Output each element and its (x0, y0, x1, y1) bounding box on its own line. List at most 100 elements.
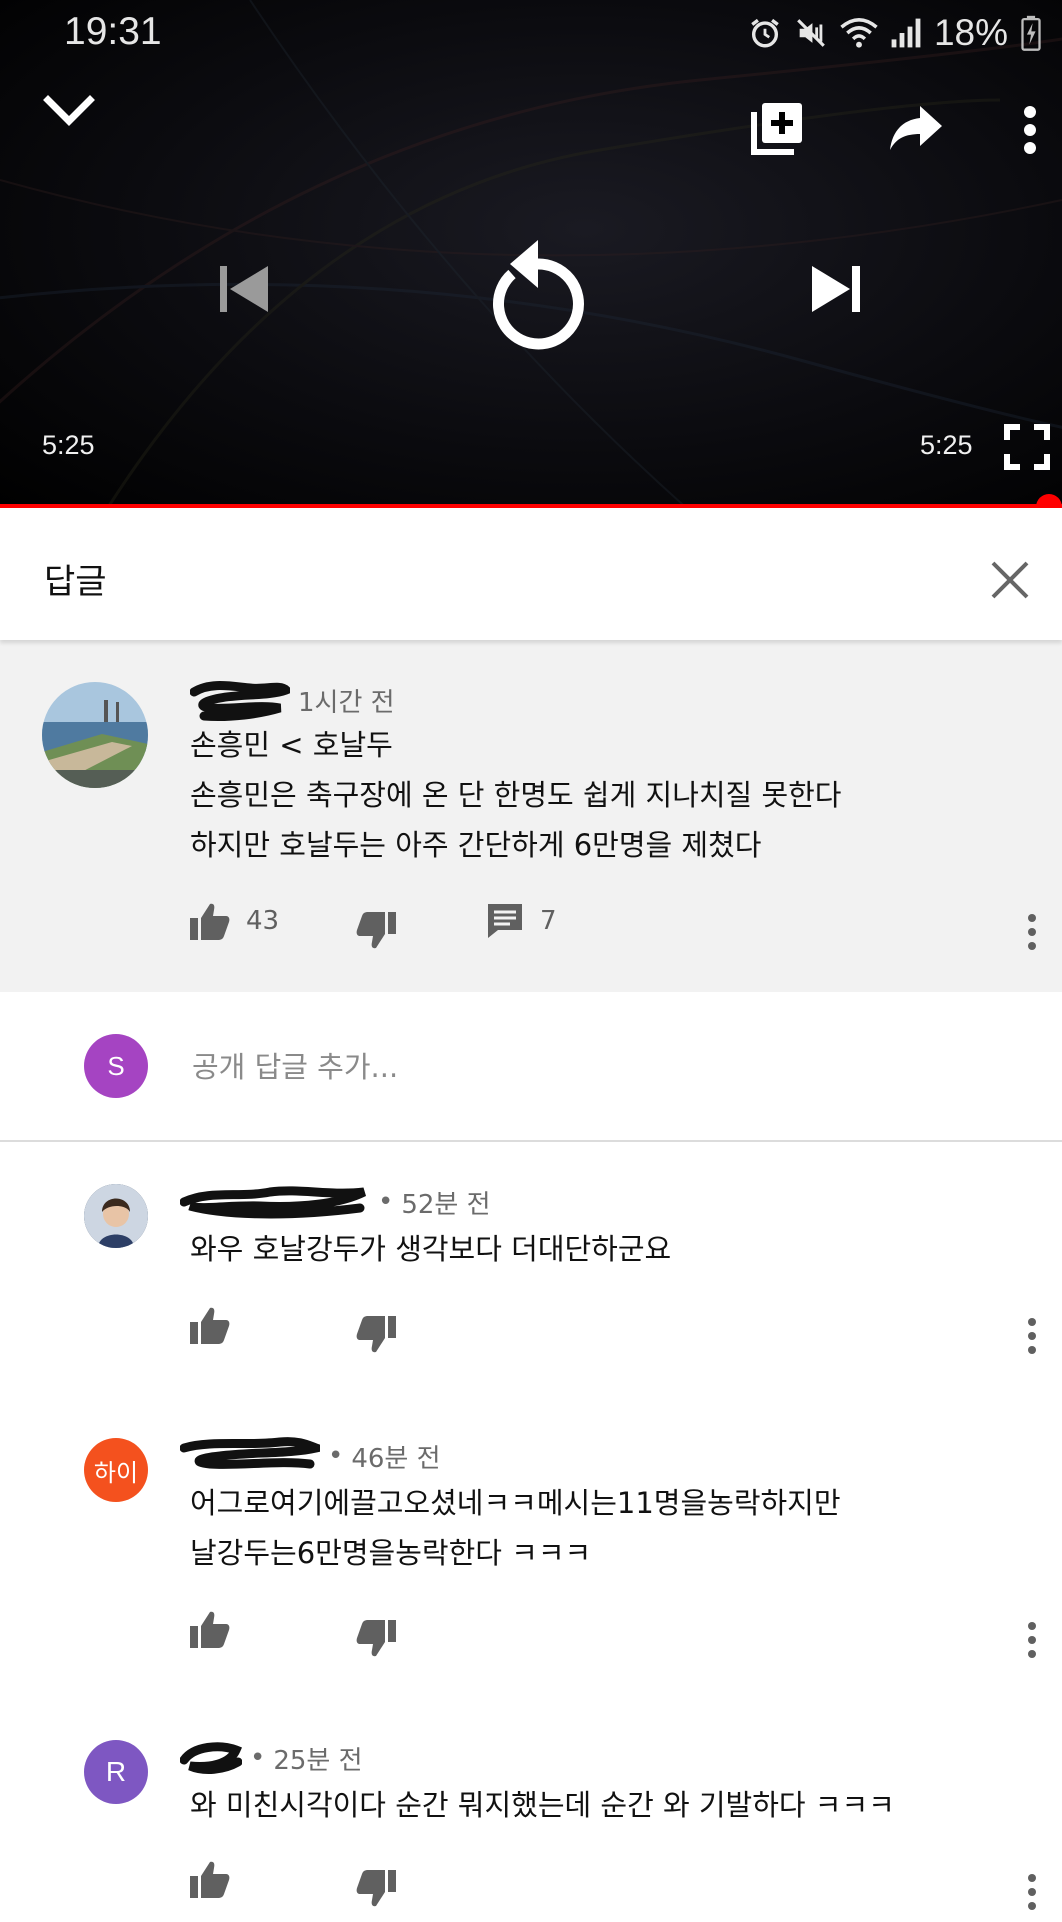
comment-text-line: 와 미친시각이다 순간 뭐지했는데 순간 와 기발하다 ㅋㅋㅋ (190, 1788, 895, 1822)
thumb-up-icon (190, 1307, 230, 1344)
battery-charging-icon (1021, 15, 1041, 51)
mute-vibrate-icon (797, 19, 825, 47)
comment-text-line: 하지만 호날두는 아주 간단하게 6만명을 제쳤다 (190, 828, 762, 862)
current-time: 5:25 (42, 430, 95, 460)
share-arrow-icon (890, 106, 942, 150)
thumb-down-icon (356, 912, 396, 949)
share-button[interactable] (888, 104, 948, 154)
thumb-up-icon (190, 1611, 230, 1648)
comment-more-button[interactable] (1012, 1306, 1052, 1366)
next-button[interactable] (806, 258, 868, 320)
redacted-username (190, 681, 290, 721)
battery-percent: 18% (933, 12, 1008, 53)
more-vert-icon (1024, 106, 1036, 154)
like-button[interactable] (190, 1306, 230, 1344)
like-button[interactable] (190, 1860, 230, 1898)
more-vert-icon (1028, 1622, 1036, 1658)
alarm-icon (751, 18, 779, 48)
comment-meta: • 25분 전 (180, 1736, 363, 1780)
current-user-avatar[interactable]: S (84, 1034, 148, 1098)
parent-comment: 1시간 전 손흥민 < 호날두 손흥민은 축구장에 온 단 한명도 쉽게 지나치… (0, 640, 1062, 992)
avatar[interactable]: R (84, 1740, 148, 1804)
status-icons: 18% (748, 12, 1042, 54)
comment-meta: • 52분 전 (180, 1180, 491, 1224)
replies-title: 답글 (44, 562, 107, 602)
replies-header: 답글 (0, 510, 1062, 640)
reply-count-button[interactable]: 7 (486, 902, 557, 940)
comment-icon (488, 904, 522, 938)
close-icon (991, 561, 1029, 599)
thumb-up-icon (190, 903, 230, 940)
avatar-letter: S (107, 1050, 125, 1081)
fullscreen-button[interactable] (1004, 424, 1050, 470)
add-reply-input[interactable] (190, 1042, 970, 1092)
reply-item: 하이 • 46분 전 어그로여기에끌고오셨네ㅋㅋ메시는11명을농락하지만 날강두… (0, 1396, 1062, 1686)
comment-timestamp: 52분 전 (401, 1189, 491, 1220)
reply-item: R • 25분 전 와 미친시각이다 순간 뭐지했는데 순간 와 기발하다 ㅋㅋ… (0, 1698, 1062, 1919)
comment-text-line: 와우 호날강두가 생각보다 더대단하군요 (190, 1232, 672, 1266)
playlist-add-icon (751, 103, 802, 155)
comment-text-line: 손흥민 < 호날두 (190, 728, 393, 762)
signal-icon (891, 18, 921, 48)
reply-item: • 52분 전 와우 호날강두가 생각보다 더대단하군요 (0, 1142, 1062, 1382)
fullscreen-icon (1004, 424, 1050, 470)
replay-button[interactable] (482, 220, 592, 350)
thumb-down-icon (356, 1870, 396, 1907)
thumb-down-icon (356, 1620, 396, 1657)
minimize-button[interactable] (40, 90, 110, 140)
dislike-button[interactable] (356, 1870, 396, 1908)
duration: 5:25 (920, 430, 973, 460)
thumb-up-icon (190, 1861, 230, 1898)
more-vert-icon (1028, 914, 1036, 950)
more-vert-icon (1028, 1318, 1036, 1354)
progress-bar[interactable] (0, 494, 1062, 508)
like-button[interactable] (190, 1610, 230, 1648)
dislike-button[interactable] (356, 912, 396, 950)
avatar[interactable] (84, 1184, 148, 1248)
comment-timestamp: 25분 전 (273, 1745, 363, 1776)
add-to-playlist-button[interactable] (750, 100, 810, 160)
player-more-button[interactable] (1010, 100, 1050, 160)
progress-fill (0, 504, 1062, 508)
redacted-username (180, 1437, 320, 1469)
comment-more-button[interactable] (1012, 902, 1052, 962)
avatar[interactable] (42, 682, 148, 788)
skip-next-icon (812, 266, 860, 312)
comment-timestamp: 46분 전 (351, 1443, 441, 1474)
comment-meta: • 46분 전 (180, 1434, 441, 1478)
wifi-icon (840, 18, 878, 48)
comment-more-button[interactable] (1012, 1862, 1052, 1922)
replay-icon (493, 240, 584, 350)
avatar-photo-riverside (42, 682, 148, 788)
status-time: 19:31 (64, 10, 162, 53)
avatar-text: 하이 (93, 1459, 139, 1487)
avatar-photo-person (84, 1184, 148, 1248)
dislike-button[interactable] (356, 1620, 396, 1658)
add-reply-row: S (0, 992, 1062, 1142)
chevron-down-icon (43, 95, 95, 126)
comment-meta: 1시간 전 (190, 678, 395, 722)
comment-text-line: 날강두는6만명을농락한다 ㅋㅋㅋ (190, 1536, 592, 1570)
skip-previous-icon (220, 266, 268, 312)
comment-text-line: 손흥민은 축구장에 온 단 한명도 쉽게 지나치질 못한다 (190, 778, 842, 812)
status-bar: 19:31 18% (0, 0, 1062, 66)
bullet-separator: • (250, 1743, 266, 1773)
bullet-separator: • (378, 1187, 394, 1217)
comment-text-line: 어그로여기에끌고오셨네ㅋㅋ메시는11명을농락하지만 (190, 1486, 841, 1520)
thumb-down-icon (356, 1316, 396, 1353)
previous-button[interactable] (214, 258, 276, 320)
close-button[interactable] (976, 546, 1044, 614)
bullet-separator: • (328, 1441, 344, 1471)
reply-count: 7 (540, 906, 557, 936)
avatar-letter: R (105, 1756, 127, 1787)
dislike-button[interactable] (356, 1316, 396, 1354)
avatar[interactable]: 하이 (84, 1438, 148, 1502)
like-button[interactable]: 43 (190, 902, 279, 940)
video-player[interactable]: 19:31 18% 5:25 5:25 (0, 0, 1062, 508)
like-count: 43 (246, 906, 280, 936)
redacted-username (180, 1186, 367, 1219)
comment-timestamp: 1시간 전 (298, 687, 395, 718)
comment-more-button[interactable] (1012, 1610, 1052, 1670)
more-vert-icon (1028, 1874, 1036, 1910)
redacted-username (180, 1742, 242, 1774)
